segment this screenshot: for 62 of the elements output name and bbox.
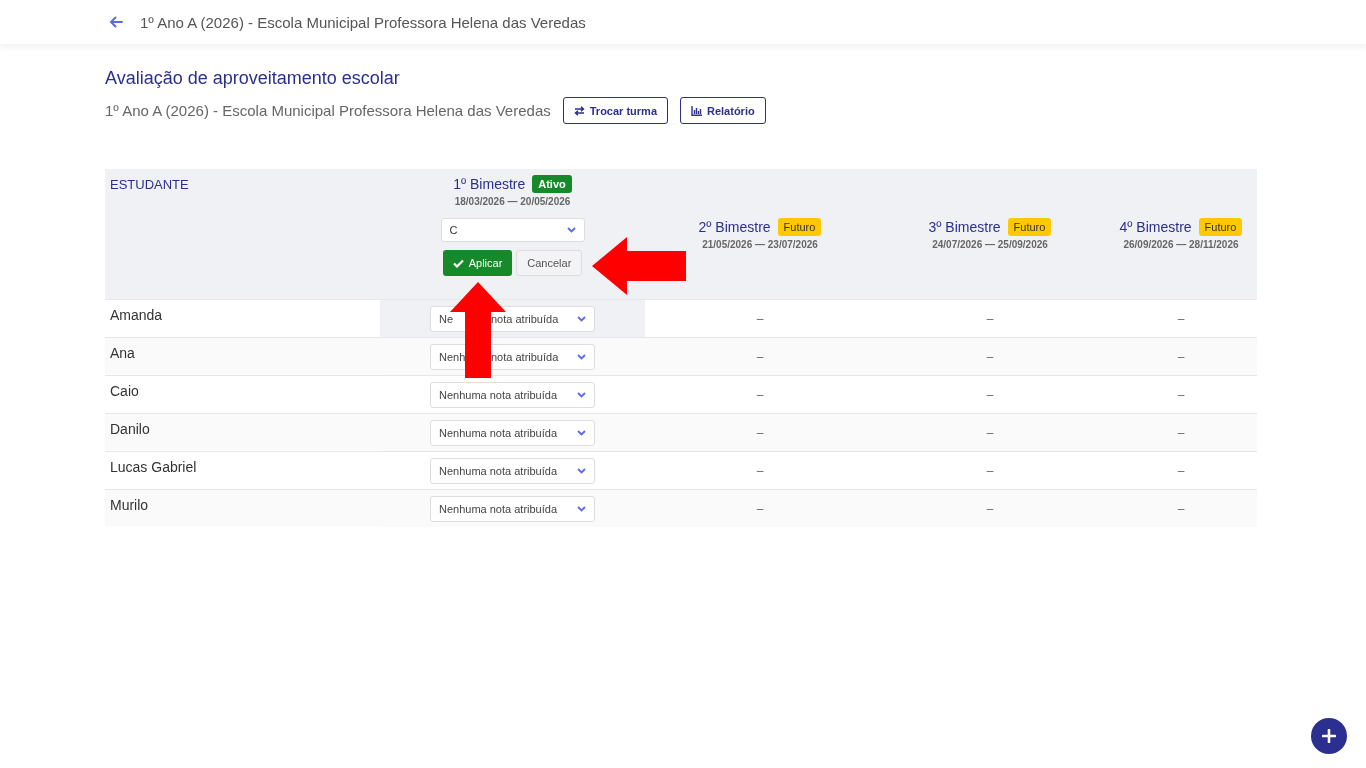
empty-grade: –: [756, 349, 764, 364]
empty-grade: –: [756, 501, 764, 516]
empty-grade: –: [1177, 425, 1185, 440]
empty-grade: –: [1177, 501, 1185, 516]
student-name: Amanda: [110, 307, 163, 323]
class-title: 1º Ano A (2026) - Escola Municipal Professora Helena das Veredas: [140, 13, 586, 31]
cancel-button[interactable]: Cancelar: [516, 250, 583, 276]
period-dates: 18/03/2026 — 20/05/2026: [454, 196, 571, 207]
period-dates: 21/05/2026 — 23/07/2026: [702, 239, 818, 250]
class-subtitle: 1º Ano A (2026) - Escola Municipal Professora Helena das Veredas: [105, 102, 551, 119]
check-icon: [452, 258, 464, 268]
period-name: 1º Bimestre: [453, 176, 526, 192]
chevron-down-icon: [577, 505, 586, 512]
plus-icon: [1322, 729, 1336, 743]
status-badge: Futuro: [777, 218, 822, 236]
empty-grade: –: [756, 463, 764, 478]
add-button[interactable]: [1311, 718, 1347, 754]
empty-grade: –: [986, 463, 994, 478]
period-dates: 26/09/2026 — 28/11/2026: [1123, 239, 1239, 250]
empty-grade: –: [756, 311, 764, 326]
chevron-down-icon: [577, 315, 586, 322]
action-button[interactable]: Relatório: [680, 97, 766, 124]
chevron-down-icon: [577, 467, 586, 474]
chevron-down-icon: [577, 391, 586, 398]
period-name: 3º Bimestre: [928, 219, 1001, 235]
empty-grade: –: [756, 425, 764, 440]
action-button[interactable]: Trocar turma: [562, 97, 668, 124]
empty-grade: –: [756, 387, 764, 402]
student-name: Murilo: [110, 497, 149, 513]
empty-grade: –: [1177, 387, 1185, 402]
bar-chart-icon: [691, 105, 702, 116]
back-arrow-icon[interactable]: [109, 16, 123, 28]
grade-select[interactable]: Nenhuma nota atribuída: [430, 457, 595, 484]
grade-select[interactable]: Nenhuma nota atribuída: [430, 419, 595, 446]
empty-grade: –: [986, 501, 994, 516]
chevron-down-icon: [577, 353, 586, 360]
empty-grade: –: [986, 311, 994, 326]
period-dates: 24/07/2026 — 25/09/2026: [932, 239, 1048, 250]
grade-select[interactable]: Nenhuma nota atribuída: [430, 495, 595, 522]
page-title: Avaliação de aproveitamento escolar: [105, 68, 401, 89]
period-name: 2º Bimestre: [698, 219, 771, 235]
empty-grade: –: [986, 425, 994, 440]
empty-grade: –: [1177, 311, 1185, 326]
status-badge: Ativo: [532, 175, 572, 193]
grade-select[interactable]: C: [440, 218, 585, 242]
status-badge: Futuro: [1198, 218, 1243, 236]
swap-icon: [573, 105, 585, 116]
apply-button[interactable]: Aplicar: [442, 250, 513, 276]
column-header: ESTUDANTE: [110, 177, 189, 192]
status-badge: Futuro: [1007, 218, 1052, 236]
chevron-down-icon: [577, 429, 586, 436]
student-name: Caio: [110, 383, 139, 399]
student-name: Lucas Gabriel: [110, 459, 197, 475]
student-name: Ana: [110, 345, 135, 361]
empty-grade: –: [1177, 463, 1185, 478]
empty-grade: –: [986, 349, 994, 364]
grade-select[interactable]: Nenhuma nota atribuída: [430, 381, 595, 408]
student-name: Danilo: [110, 421, 150, 437]
empty-grade: –: [1177, 349, 1185, 364]
period-name: 4º Bimestre: [1119, 219, 1192, 235]
empty-grade: –: [986, 387, 994, 402]
chevron-down-icon: [566, 227, 576, 233]
